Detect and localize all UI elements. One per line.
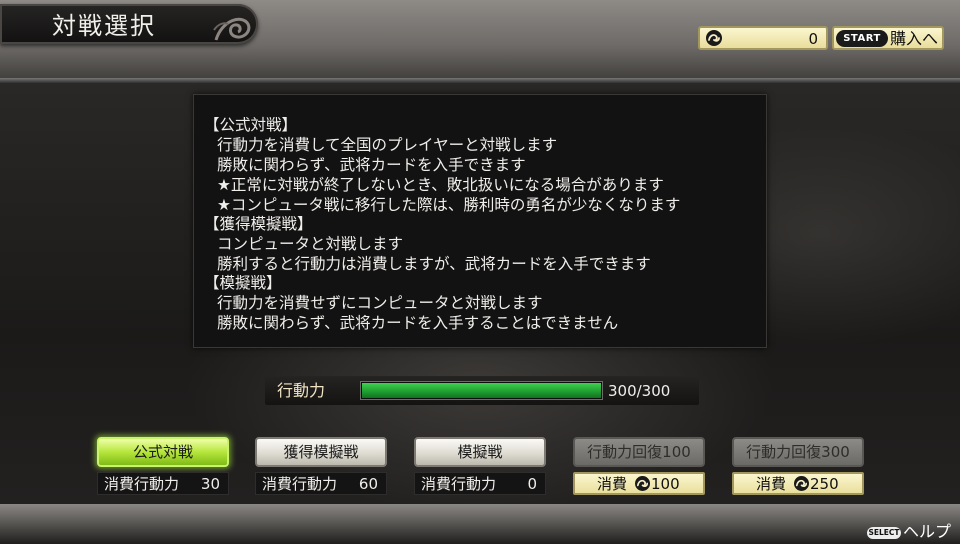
cost-practice-battle: 消費行動力 0 bbox=[414, 472, 546, 495]
currency-display: 0 bbox=[698, 26, 828, 50]
stamina-bar: 行動力 300/300 bbox=[265, 376, 699, 405]
description-line: 勝敗に関わらず、武将カードを入手することはできません bbox=[217, 314, 619, 332]
cost-label: 消費行動力 bbox=[262, 475, 338, 493]
description-panel: 【公式対戦】 行動力を消費して全国のプレイヤーと対戦します 勝敗に関わらず、武将… bbox=[193, 94, 767, 348]
stamina-gauge bbox=[360, 381, 603, 400]
currency-amount: 0 bbox=[808, 30, 818, 48]
cost-value: 0 bbox=[527, 475, 537, 493]
screen-title: 対戦選択 bbox=[52, 12, 156, 40]
swirl-ornament-icon bbox=[213, 17, 251, 41]
cost-label: 消費行動力 bbox=[421, 475, 497, 493]
start-button-icon: START bbox=[836, 30, 888, 47]
cost-acquisition-practice: 消費行動力 60 bbox=[255, 472, 387, 495]
stamina-gauge-fill bbox=[362, 383, 601, 398]
description-heading: 【公式対戦】 bbox=[204, 116, 298, 134]
cost-value: 60 bbox=[358, 475, 378, 493]
description-line: 勝敗に関わらず、武将カードを入手できます bbox=[217, 156, 526, 174]
stamina-recover-300-button[interactable]: 行動力回復300 bbox=[732, 437, 864, 467]
coin-icon bbox=[794, 476, 809, 491]
cost-recover-300: 消費 250 bbox=[732, 472, 864, 495]
description-line: 勝利すると行動力は消費しますが、武将カードを入手できます bbox=[217, 255, 651, 273]
stamina-value: 300/300 bbox=[608, 382, 671, 400]
acquisition-practice-button[interactable]: 獲得模擬戦 bbox=[255, 437, 387, 467]
purchase-button[interactable]: START 購入へ bbox=[832, 26, 944, 50]
cost-recover-100: 消費 100 bbox=[573, 472, 705, 495]
cost-label: 消費行動力 bbox=[104, 475, 180, 493]
cost-label: 消費 bbox=[756, 475, 787, 493]
cost-value: 30 bbox=[200, 475, 220, 493]
description-line: 行動力を消費して全国のプレイヤーと対戦します bbox=[217, 136, 558, 154]
description-line: コンピュータと対戦します bbox=[217, 235, 404, 253]
purchase-label: 購入へ bbox=[890, 29, 939, 48]
coin-icon bbox=[706, 30, 722, 46]
description-line: ★コンピュータ戦に移行した際は、勝利時の勇名が少なくなります bbox=[217, 196, 681, 214]
practice-battle-button[interactable]: 模擬戦 bbox=[414, 437, 546, 467]
help-button[interactable]: ヘルプ bbox=[903, 522, 951, 542]
description-heading: 【模擬戦】 bbox=[204, 274, 282, 292]
description-heading: 【獲得模擬戦】 bbox=[204, 215, 313, 233]
official-battle-button[interactable]: 公式対戦 bbox=[97, 437, 229, 467]
coin-icon bbox=[635, 476, 650, 491]
stamina-recover-100-button[interactable]: 行動力回復100 bbox=[573, 437, 705, 467]
description-line: 行動力を消費せずにコンピュータと対戦します bbox=[217, 294, 543, 312]
cost-official-battle: 消費行動力 30 bbox=[97, 472, 229, 495]
select-button-icon: SELECT bbox=[867, 527, 901, 539]
stamina-label: 行動力 bbox=[277, 381, 326, 400]
cost-value: 100 bbox=[651, 475, 680, 493]
cost-value: 250 bbox=[810, 475, 839, 493]
description-line: ★正常に対戦が終了しないとき、敗北扱いになる場合があります bbox=[217, 176, 664, 194]
title-plate: 対戦選択 bbox=[0, 4, 258, 44]
bottom-banner bbox=[0, 504, 960, 544]
cost-label: 消費 bbox=[597, 475, 628, 493]
